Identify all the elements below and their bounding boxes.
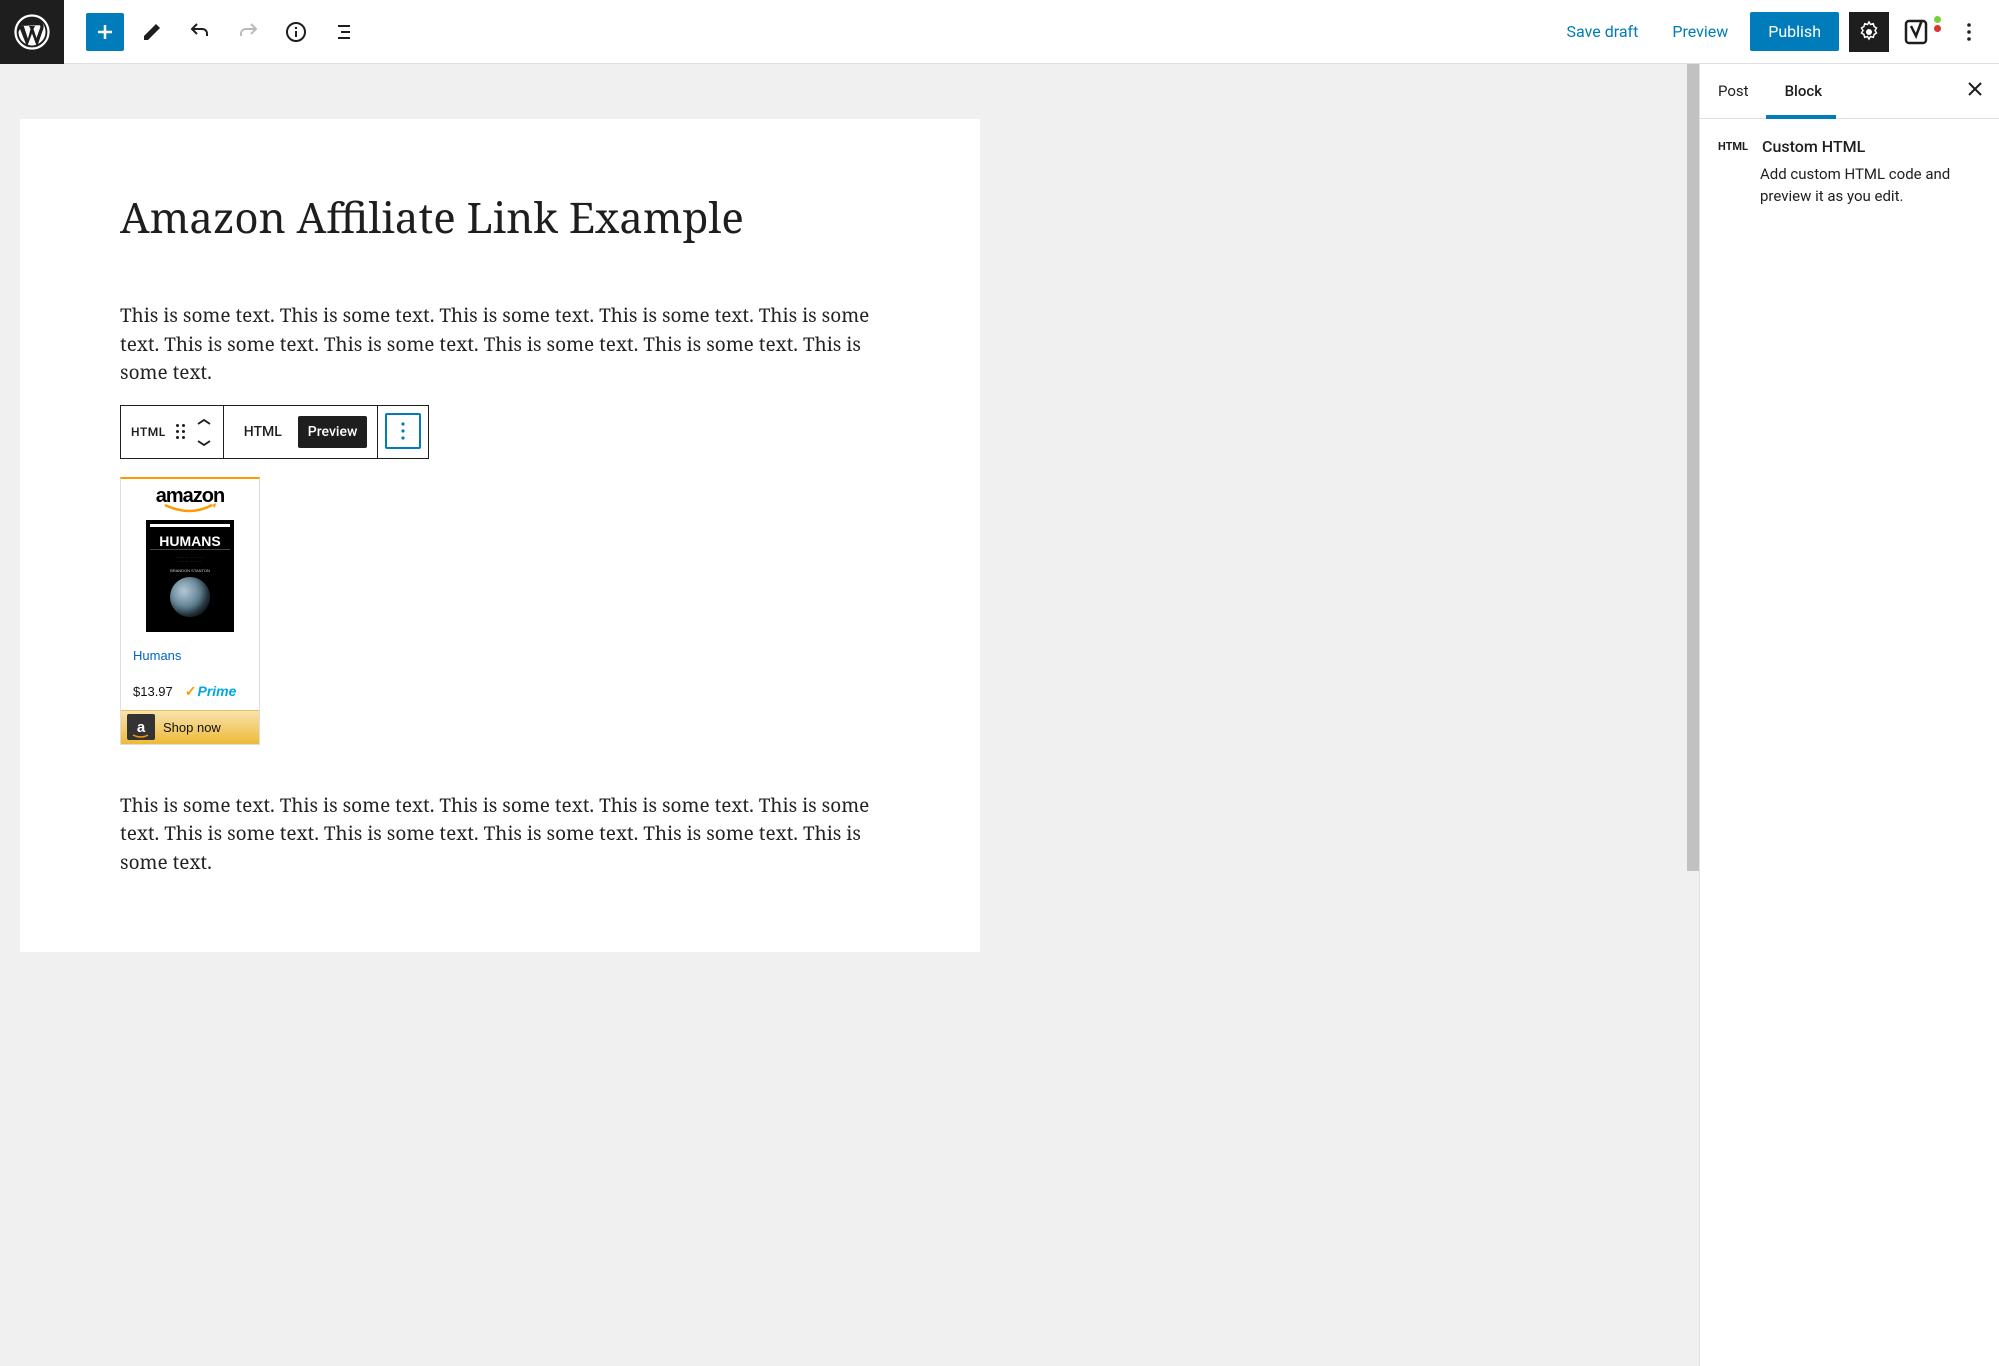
tab-block[interactable]: Block [1767, 66, 1840, 116]
scrollbar[interactable] [1687, 64, 1699, 871]
publish-button[interactable]: Publish [1750, 12, 1839, 51]
info-icon[interactable] [276, 12, 316, 52]
editor-canvas: Amazon Affiliate Link Example This is so… [0, 64, 1699, 1366]
preview-tab[interactable]: Preview [298, 416, 368, 448]
block-type-label[interactable]: HTML [131, 425, 166, 439]
block-type-icon: HTML [1718, 137, 1748, 153]
yoast-icon[interactable] [1899, 12, 1939, 52]
edit-mode-icon[interactable] [132, 12, 172, 52]
block-more-icon[interactable] [385, 413, 421, 449]
close-sidebar-icon[interactable] [1951, 69, 1999, 113]
preview-button[interactable]: Preview [1660, 12, 1740, 51]
product-price: $13.97 [133, 684, 173, 699]
block-description: Add custom HTML code and preview it as y… [1760, 164, 1981, 208]
post-title[interactable]: Amazon Affiliate Link Example [120, 189, 880, 246]
settings-icon[interactable] [1849, 12, 1889, 52]
settings-sidebar: Post Block HTML Custom HTML Add custom H… [1699, 64, 1999, 1366]
redo-icon[interactable] [228, 12, 268, 52]
wordpress-logo[interactable] [0, 0, 64, 64]
amazon-a-icon: a [127, 714, 155, 740]
add-block-button[interactable] [86, 13, 124, 51]
amazon-affiliate-widget: amazon HUMANS · · · · · · · · · · · ·· ·… [120, 477, 260, 745]
paragraph-block[interactable]: This is some text. This is some text. Th… [120, 791, 880, 877]
html-tab[interactable]: HTML [234, 416, 292, 448]
product-link[interactable]: Humans [121, 638, 259, 669]
save-draft-button[interactable]: Save draft [1555, 12, 1651, 51]
prime-badge: ✓Prime [185, 683, 237, 700]
block-title: Custom HTML [1762, 137, 1865, 156]
move-up-icon[interactable] [195, 412, 213, 431]
move-down-icon[interactable] [195, 433, 213, 452]
block-toolbar: HTML HTML Preview [120, 405, 429, 459]
page-content: Amazon Affiliate Link Example This is so… [20, 119, 980, 952]
book-cover-image: HUMANS · · · · · · · · · · · ·· · · · · … [146, 520, 234, 632]
drag-handle-icon[interactable] [172, 424, 189, 439]
outline-icon[interactable] [324, 12, 364, 52]
paragraph-block[interactable]: This is some text. This is some text. Th… [120, 301, 880, 387]
more-options-icon[interactable] [1949, 12, 1989, 52]
amazon-logo: amazon [121, 479, 259, 514]
top-toolbar: Save draft Preview Publish [0, 0, 1999, 64]
shop-now-button[interactable]: a Shop now [121, 710, 259, 744]
tab-post[interactable]: Post [1700, 66, 1767, 116]
undo-icon[interactable] [180, 12, 220, 52]
